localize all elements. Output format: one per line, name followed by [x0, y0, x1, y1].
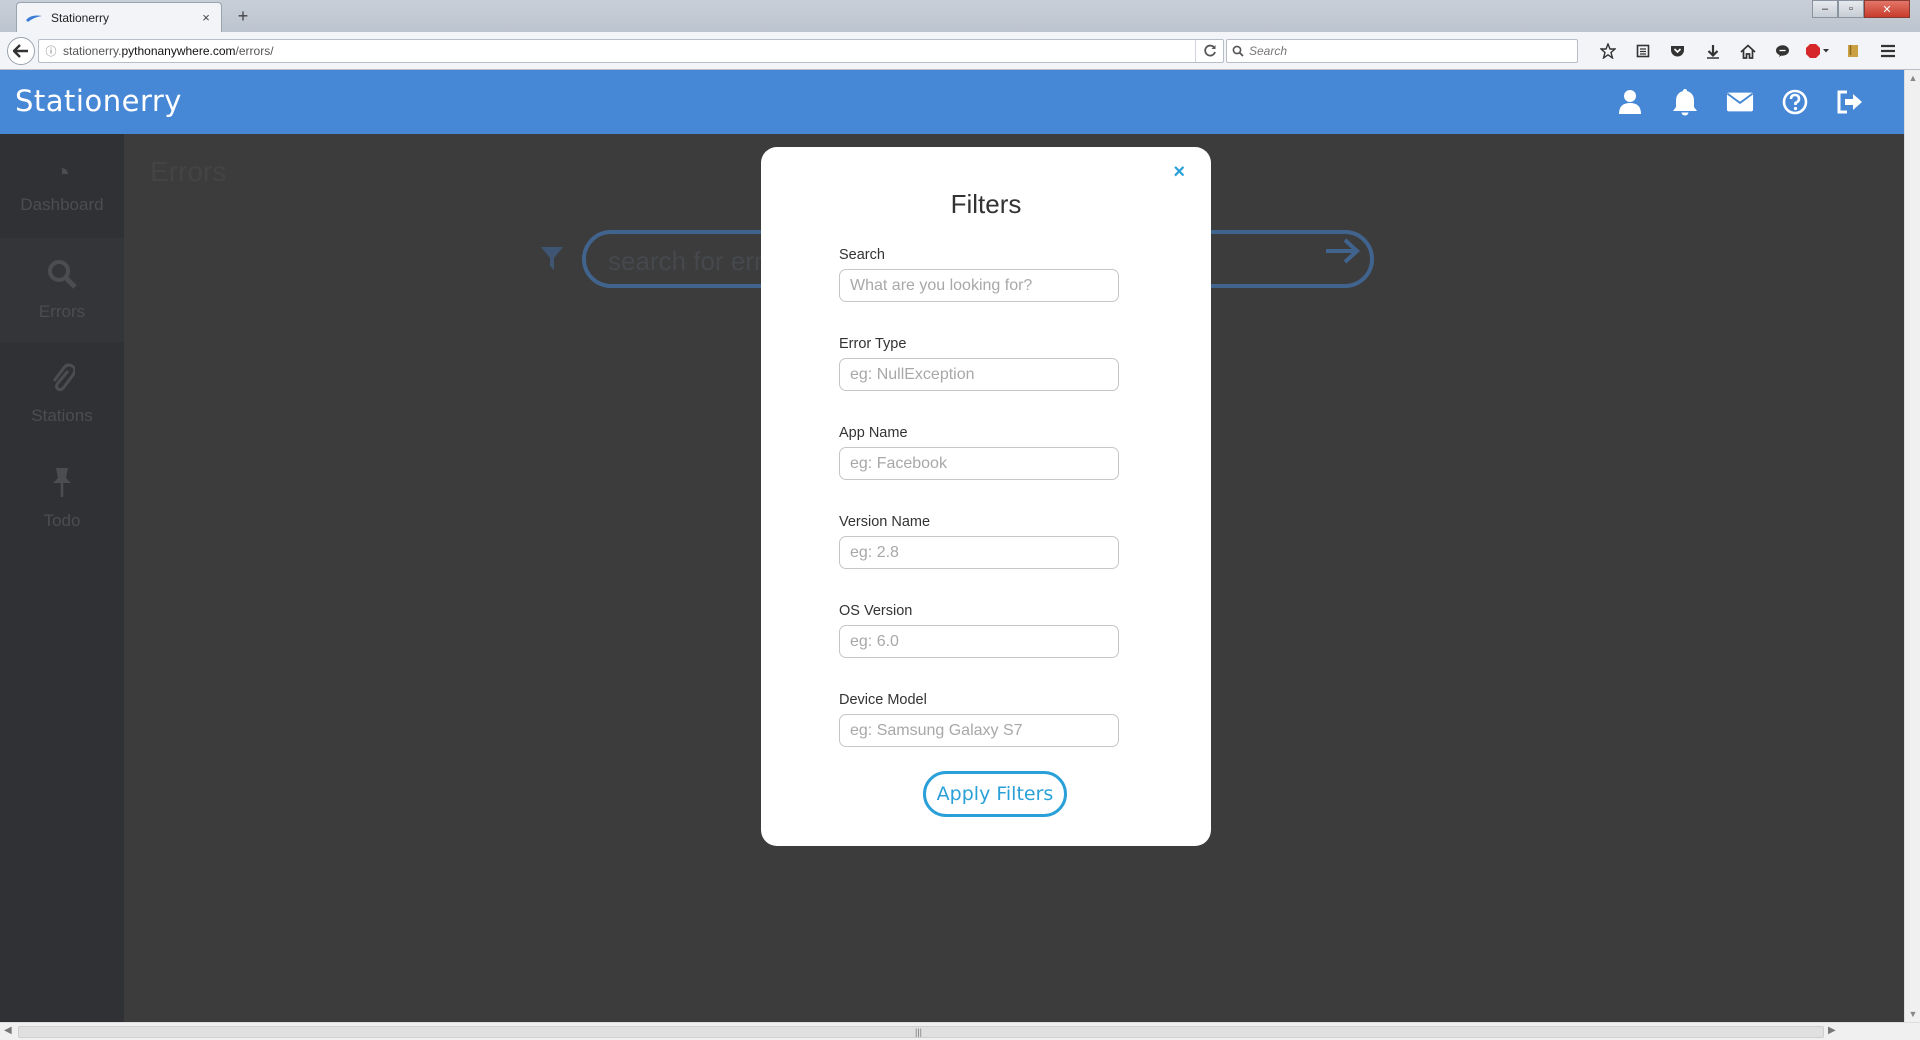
scroll-left-arrow-icon[interactable]: ◀ [4, 1025, 12, 1036]
search-field: Search [839, 247, 1119, 302]
url-host: pythonanywhere.com [121, 44, 236, 58]
modal-title: Filters [950, 189, 1022, 219]
bell-icon[interactable] [1671, 88, 1699, 116]
tab-close-icon[interactable]: × [199, 10, 213, 25]
scroll-up-arrow-icon[interactable]: ▲ [1905, 70, 1920, 86]
sidebar-item-dashboard[interactable]: ◔ Dashboard [0, 134, 124, 238]
device-model-input[interactable] [839, 714, 1119, 747]
field-label: App Name [839, 425, 908, 441]
reload-icon[interactable] [1195, 40, 1223, 62]
paperclip-icon [49, 363, 77, 400]
menu-hamburger-icon[interactable] [1870, 40, 1905, 62]
stationerry-favicon-icon [25, 13, 43, 23]
search-input[interactable] [839, 269, 1119, 302]
new-tab-button[interactable]: + [233, 4, 253, 28]
os-version-input[interactable] [839, 625, 1119, 658]
version-name-field: Version Name [839, 514, 1119, 569]
app-name-field: App Name [839, 425, 1119, 480]
browser-titlebar: Stationerry × + – ▫ ✕ [0, 0, 1920, 32]
home-icon[interactable] [1730, 40, 1765, 62]
search-icon [1227, 45, 1249, 57]
site-info-icon[interactable]: ⓘ [39, 43, 63, 59]
url-path: /errors/ [235, 44, 274, 58]
device-model-field: Device Model [839, 692, 1119, 747]
horizontal-scroll-thumb[interactable]: ||| [18, 1026, 1824, 1038]
browser-toolbar [1590, 40, 1905, 62]
scroll-down-arrow-icon[interactable]: ▼ [1905, 1006, 1920, 1022]
apply-filters-button[interactable]: Apply Filters [923, 771, 1067, 817]
grip-icon: ||| [915, 1027, 923, 1037]
url-text[interactable]: stationerry.pythonanywhere.com/errors/ [63, 44, 1195, 58]
browser-navbar: ⓘ stationerry.pythonanywhere.com/errors/… [0, 32, 1920, 70]
sidebar-item-errors[interactable]: Errors [0, 238, 124, 342]
filter-icon[interactable] [540, 246, 564, 279]
envelope-icon[interactable] [1726, 88, 1754, 116]
download-icon[interactable] [1695, 40, 1730, 62]
scroll-right-arrow-icon[interactable]: ▶ [1828, 1025, 1836, 1036]
pin-icon [51, 466, 73, 505]
url-prefix: stationerry. [63, 44, 122, 58]
user-icon[interactable] [1616, 88, 1644, 116]
window-controls: – ▫ ✕ [1812, 0, 1910, 18]
os-version-field: OS Version [839, 603, 1119, 658]
pocket-icon[interactable] [1660, 40, 1695, 62]
error-type-field: Error Type [839, 336, 1119, 391]
header-icons [1616, 88, 1864, 116]
app-name-input[interactable] [839, 447, 1119, 480]
horizontal-scrollbar[interactable]: ◀ ||| ▶ [0, 1022, 1920, 1040]
extension-icon[interactable] [1835, 40, 1870, 62]
sidebar-item-label: Stations [31, 405, 93, 425]
app-header: Stationerry [0, 70, 1904, 134]
tab-title: Stationerry [51, 10, 110, 25]
field-label: Device Model [839, 692, 927, 708]
bookmark-star-icon[interactable] [1590, 40, 1625, 62]
version-name-input[interactable] [839, 536, 1119, 569]
field-label: OS Version [839, 603, 913, 619]
vertical-scrollbar[interactable]: ▲ ▼ [1904, 70, 1920, 1022]
search-submit-arrow-icon[interactable] [1324, 238, 1360, 272]
sidebar-item-label: Dashboard [20, 195, 104, 214]
maximize-button[interactable]: ▫ [1838, 0, 1864, 18]
gauge-icon: ◔ [53, 157, 71, 188]
reading-list-icon[interactable] [1625, 40, 1660, 62]
back-button[interactable] [7, 37, 35, 65]
modal-close-icon[interactable]: × [1173, 161, 1185, 184]
sidebar: ◔ Dashboard Errors Stations Todo [0, 134, 124, 1022]
back-arrow-icon [13, 44, 28, 58]
error-type-input[interactable] [839, 358, 1119, 391]
search-icon [47, 259, 77, 296]
browser-search-bar[interactable]: Search [1226, 39, 1578, 63]
field-label: Error Type [839, 336, 907, 352]
help-icon[interactable] [1781, 88, 1809, 116]
browser-tab[interactable]: Stationerry × [16, 2, 222, 32]
field-label: Version Name [839, 514, 931, 530]
sidebar-item-stations[interactable]: Stations [0, 342, 124, 446]
sidebar-item-todo[interactable]: Todo [0, 446, 124, 550]
field-label: Search [839, 247, 885, 263]
window-close-button[interactable]: ✕ [1864, 0, 1910, 18]
url-bar[interactable]: ⓘ stationerry.pythonanywhere.com/errors/ [38, 39, 1224, 63]
minimize-button[interactable]: – [1812, 0, 1838, 18]
chat-icon[interactable] [1765, 40, 1800, 62]
page-title: Errors [150, 156, 227, 187]
sidebar-item-label: Errors [38, 301, 86, 321]
filters-modal: × Filters Search Error Type App Name Ver… [761, 147, 1211, 846]
search-placeholder: Search [1249, 44, 1288, 58]
sidebar-item-label: Todo [43, 510, 81, 530]
adblock-icon[interactable] [1800, 40, 1835, 62]
brand-logo[interactable]: Stationerry [15, 84, 182, 118]
logout-icon[interactable] [1836, 88, 1864, 116]
